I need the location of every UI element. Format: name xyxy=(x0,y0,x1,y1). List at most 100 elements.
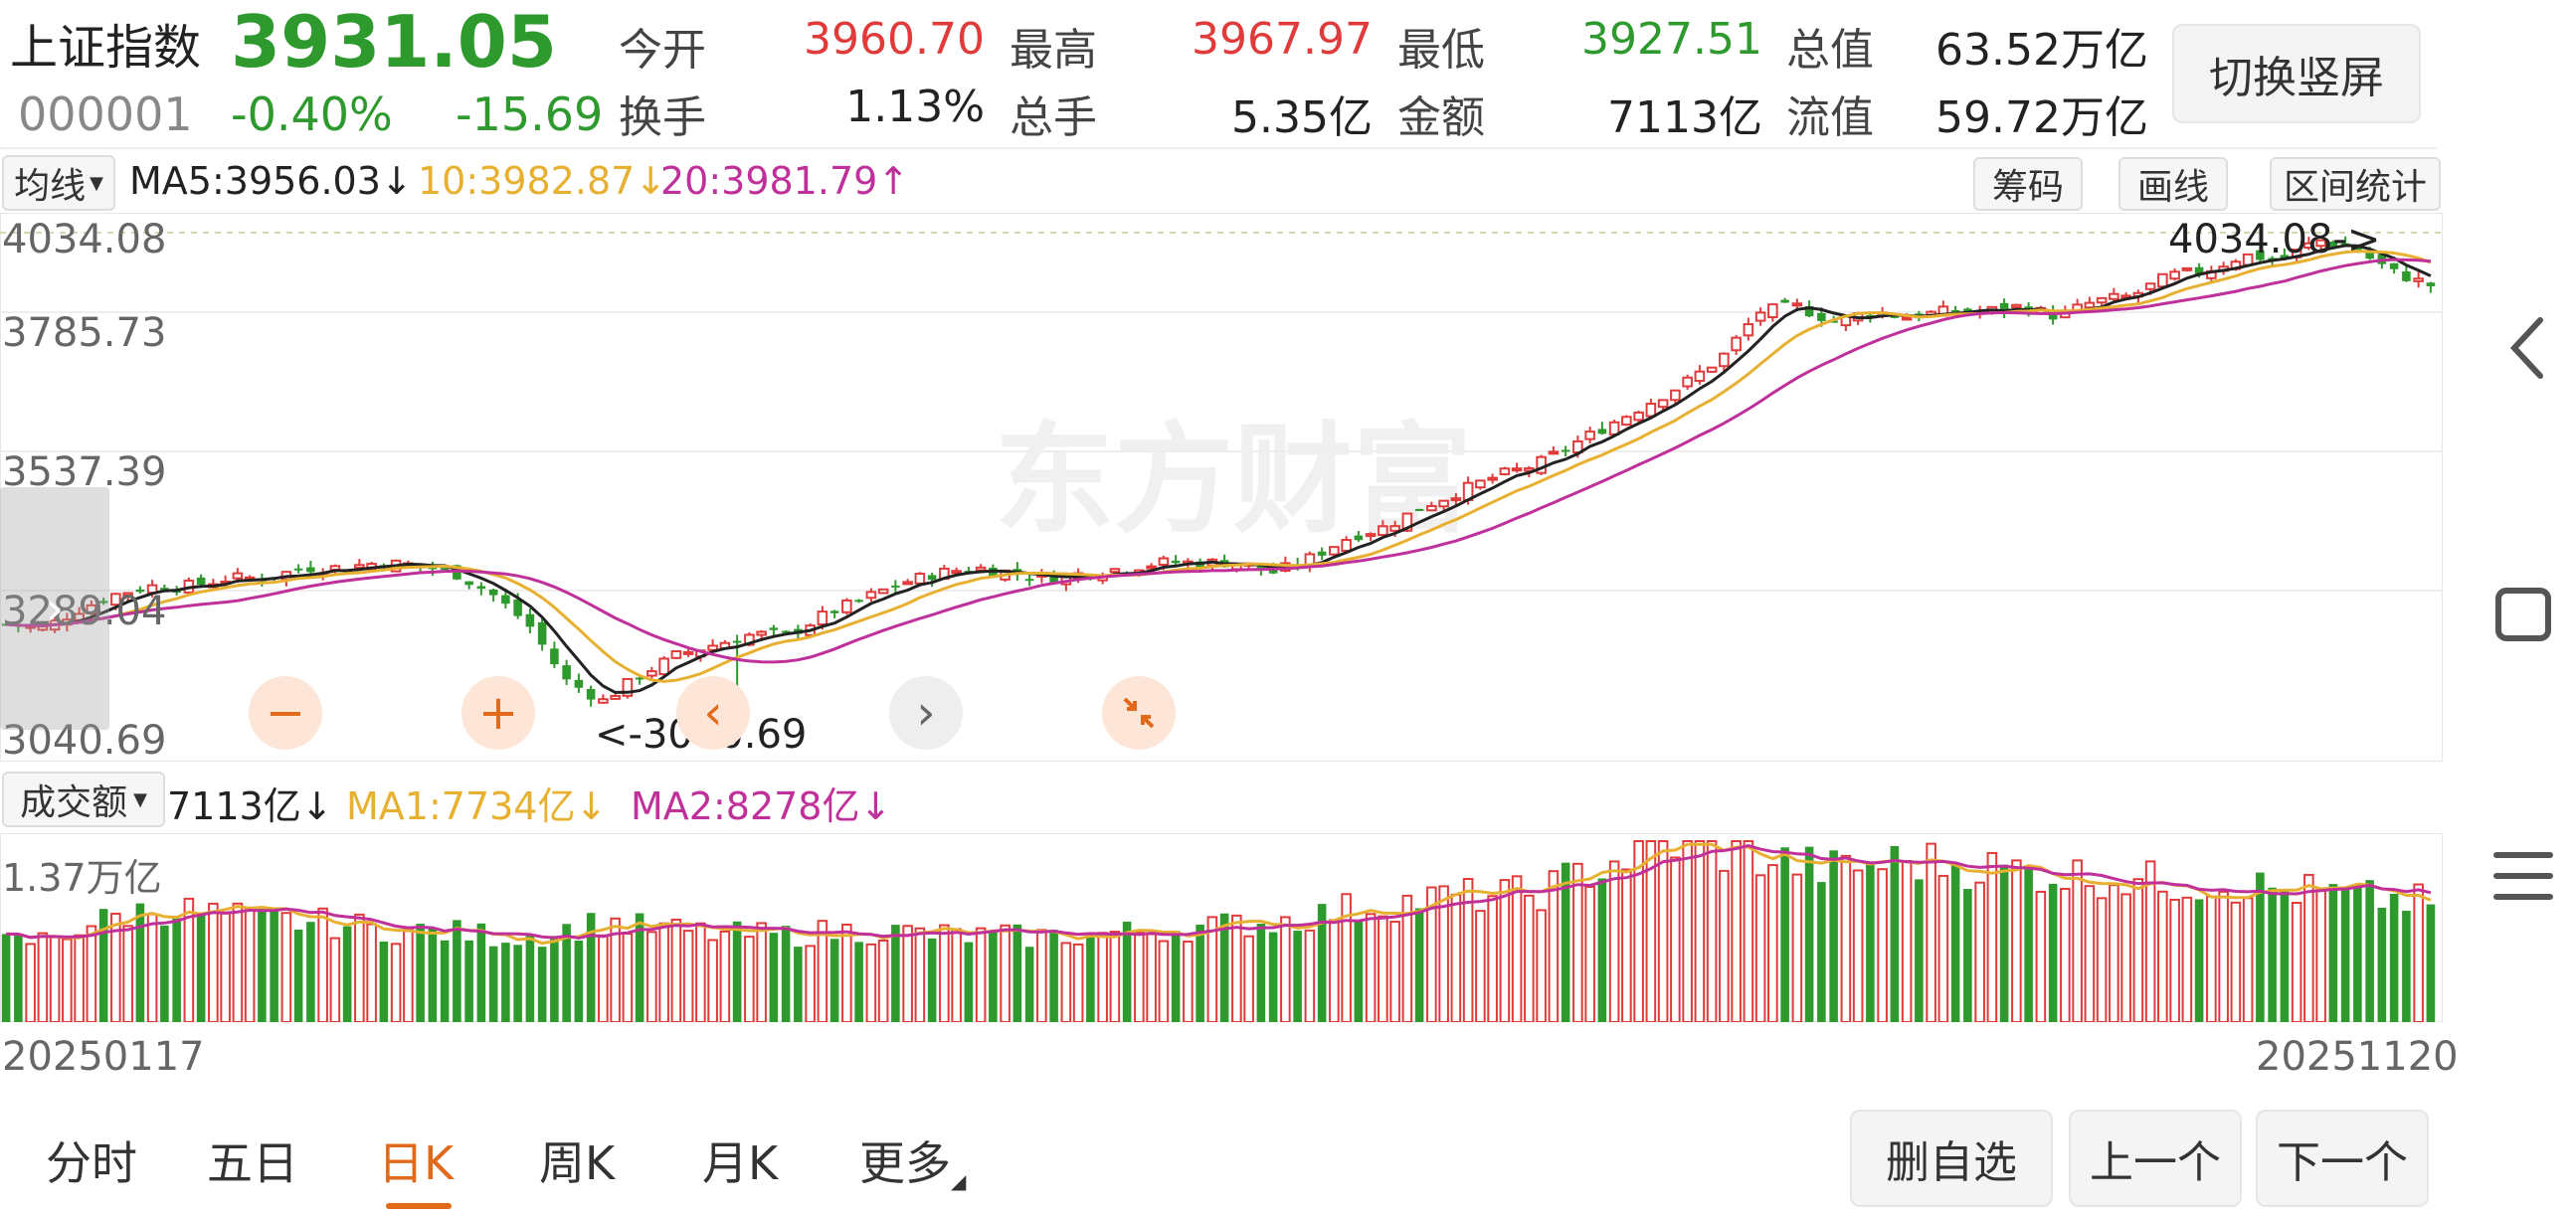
next-button[interactable]: 下一个 xyxy=(2256,1110,2429,1207)
previous-button[interactable]: 上一个 xyxy=(2069,1110,2242,1207)
kline-chart[interactable]: 东方财富 4034.08 3785.73 3537.39 3289.04 304… xyxy=(0,213,2443,764)
volume-bar xyxy=(682,930,694,1022)
square-icon[interactable] xyxy=(2488,581,2558,654)
tab-weekly-k[interactable]: 周K xyxy=(539,1127,615,1193)
collapse-icon[interactable] xyxy=(1102,676,1176,750)
volume-bar xyxy=(1597,878,1607,1022)
arrow-right-icon[interactable]: › xyxy=(889,676,963,750)
volume-bar xyxy=(2024,867,2033,1022)
candle xyxy=(1670,389,1681,402)
volume-bar xyxy=(354,913,365,1022)
volume-bar xyxy=(306,922,315,1022)
arrow-left-icon[interactable]: ‹ xyxy=(676,676,750,750)
candle xyxy=(1694,370,1706,383)
volume-bar xyxy=(769,933,779,1022)
switch-portrait-button[interactable]: 切换竖屏 xyxy=(2172,24,2421,123)
tab-monthly-k[interactable]: 月K xyxy=(702,1127,778,1193)
volume-chart[interactable]: 1.37万亿 xyxy=(0,833,2443,1022)
volume-bar xyxy=(244,906,256,1022)
minus-icon[interactable]: − xyxy=(249,676,322,750)
candle xyxy=(1414,508,1424,511)
volume-bar xyxy=(732,921,742,1022)
candle xyxy=(1597,429,1607,434)
volume-bar xyxy=(74,934,85,1022)
volume-bar xyxy=(989,930,998,1022)
volume-bar xyxy=(1986,851,1998,1022)
volume-bar xyxy=(1937,874,1949,1022)
stat-label-open: 今开 xyxy=(619,25,706,76)
volume-bar xyxy=(2268,887,2277,1022)
candle xyxy=(829,610,839,613)
stat-value-volume: 5.35亿 xyxy=(1231,92,1373,143)
tab-more[interactable]: 更多◢ xyxy=(859,1127,966,1193)
menu-icon[interactable] xyxy=(2488,841,2558,915)
volume-bar xyxy=(1256,924,1266,1022)
volume-bar xyxy=(513,945,522,1022)
candle xyxy=(902,581,913,586)
volume-bar xyxy=(1754,874,1766,1022)
y-label-0: 4034.08 xyxy=(2,217,167,262)
candle xyxy=(1317,551,1327,556)
stat-label-low: 最低 xyxy=(1397,25,1485,76)
volume-bar xyxy=(2132,878,2144,1022)
tab-five-day[interactable]: 五日 xyxy=(207,1127,298,1193)
change-percent: -0.40% xyxy=(231,87,393,141)
volume-bar xyxy=(1694,840,1706,1022)
chips-button[interactable]: 筹码 xyxy=(1973,157,2083,211)
ma10-legend: 10:3982.87↓ xyxy=(418,159,667,203)
volume-bar xyxy=(196,913,206,1022)
range-stats-button[interactable]: 区间统计 xyxy=(2270,157,2441,211)
volume-bar xyxy=(1183,941,1194,1022)
indicator-label: 均线 xyxy=(14,166,87,207)
volume-bar xyxy=(453,920,461,1022)
tab-daily-k[interactable]: 日K xyxy=(378,1127,454,1193)
volume-bar xyxy=(975,927,987,1022)
volume-bar xyxy=(1963,889,1972,1022)
candle xyxy=(574,679,584,688)
header-divider xyxy=(0,147,2437,149)
candle xyxy=(1584,431,1595,440)
ma5-legend: MA5:3956.03↓ xyxy=(129,159,413,203)
volume-bar xyxy=(2035,890,2047,1022)
candle xyxy=(1171,560,1181,564)
candle xyxy=(854,600,863,603)
volume-bar xyxy=(208,902,219,1022)
stock-code: 000001 xyxy=(18,87,193,141)
volume-bar xyxy=(1817,882,1826,1022)
volume-bar xyxy=(914,927,926,1022)
volume-bar xyxy=(2230,901,2242,1022)
chevron-left-icon[interactable] xyxy=(2496,308,2556,392)
candle xyxy=(1657,399,1669,409)
scroll-left-handle[interactable]: › xyxy=(0,487,109,730)
indicator-dropdown[interactable]: 均线 ▼ xyxy=(2,155,115,211)
candle xyxy=(1780,299,1789,303)
volume-bar xyxy=(1499,879,1511,1022)
volume-bar xyxy=(2340,887,2350,1022)
volume-bar xyxy=(2328,884,2338,1022)
dropdown-arrow-icon: ▼ xyxy=(133,788,147,810)
volume-bar xyxy=(1012,924,1022,1022)
candle xyxy=(1365,533,1377,538)
volume-bar xyxy=(1024,947,1034,1022)
volume-bar xyxy=(1852,869,1864,1022)
candle xyxy=(756,630,767,636)
volume-indicator-label: 成交额 xyxy=(20,782,128,823)
plus-icon[interactable]: + xyxy=(461,676,535,750)
volume-bar xyxy=(280,912,292,1022)
volume-bar xyxy=(1572,862,1583,1022)
candle xyxy=(1146,565,1157,570)
tab-intraday[interactable]: 分时 xyxy=(46,1127,137,1193)
candle xyxy=(2144,282,2156,290)
volume-bar xyxy=(1231,914,1242,1022)
candle xyxy=(1548,450,1560,455)
draw-line-button[interactable]: 画线 xyxy=(2118,157,2228,211)
candle xyxy=(2096,296,2108,304)
watermark: 东方财富 xyxy=(995,412,1472,550)
volume-bar xyxy=(1280,916,1291,1022)
remove-favorite-button[interactable]: 删自选 xyxy=(1850,1110,2053,1207)
volume-bar xyxy=(2413,883,2424,1022)
volume-indicator-dropdown[interactable]: 成交额 ▼ xyxy=(2,772,165,827)
candle xyxy=(769,627,779,630)
volume-bar xyxy=(794,947,803,1022)
volume-bar xyxy=(1901,860,1913,1022)
